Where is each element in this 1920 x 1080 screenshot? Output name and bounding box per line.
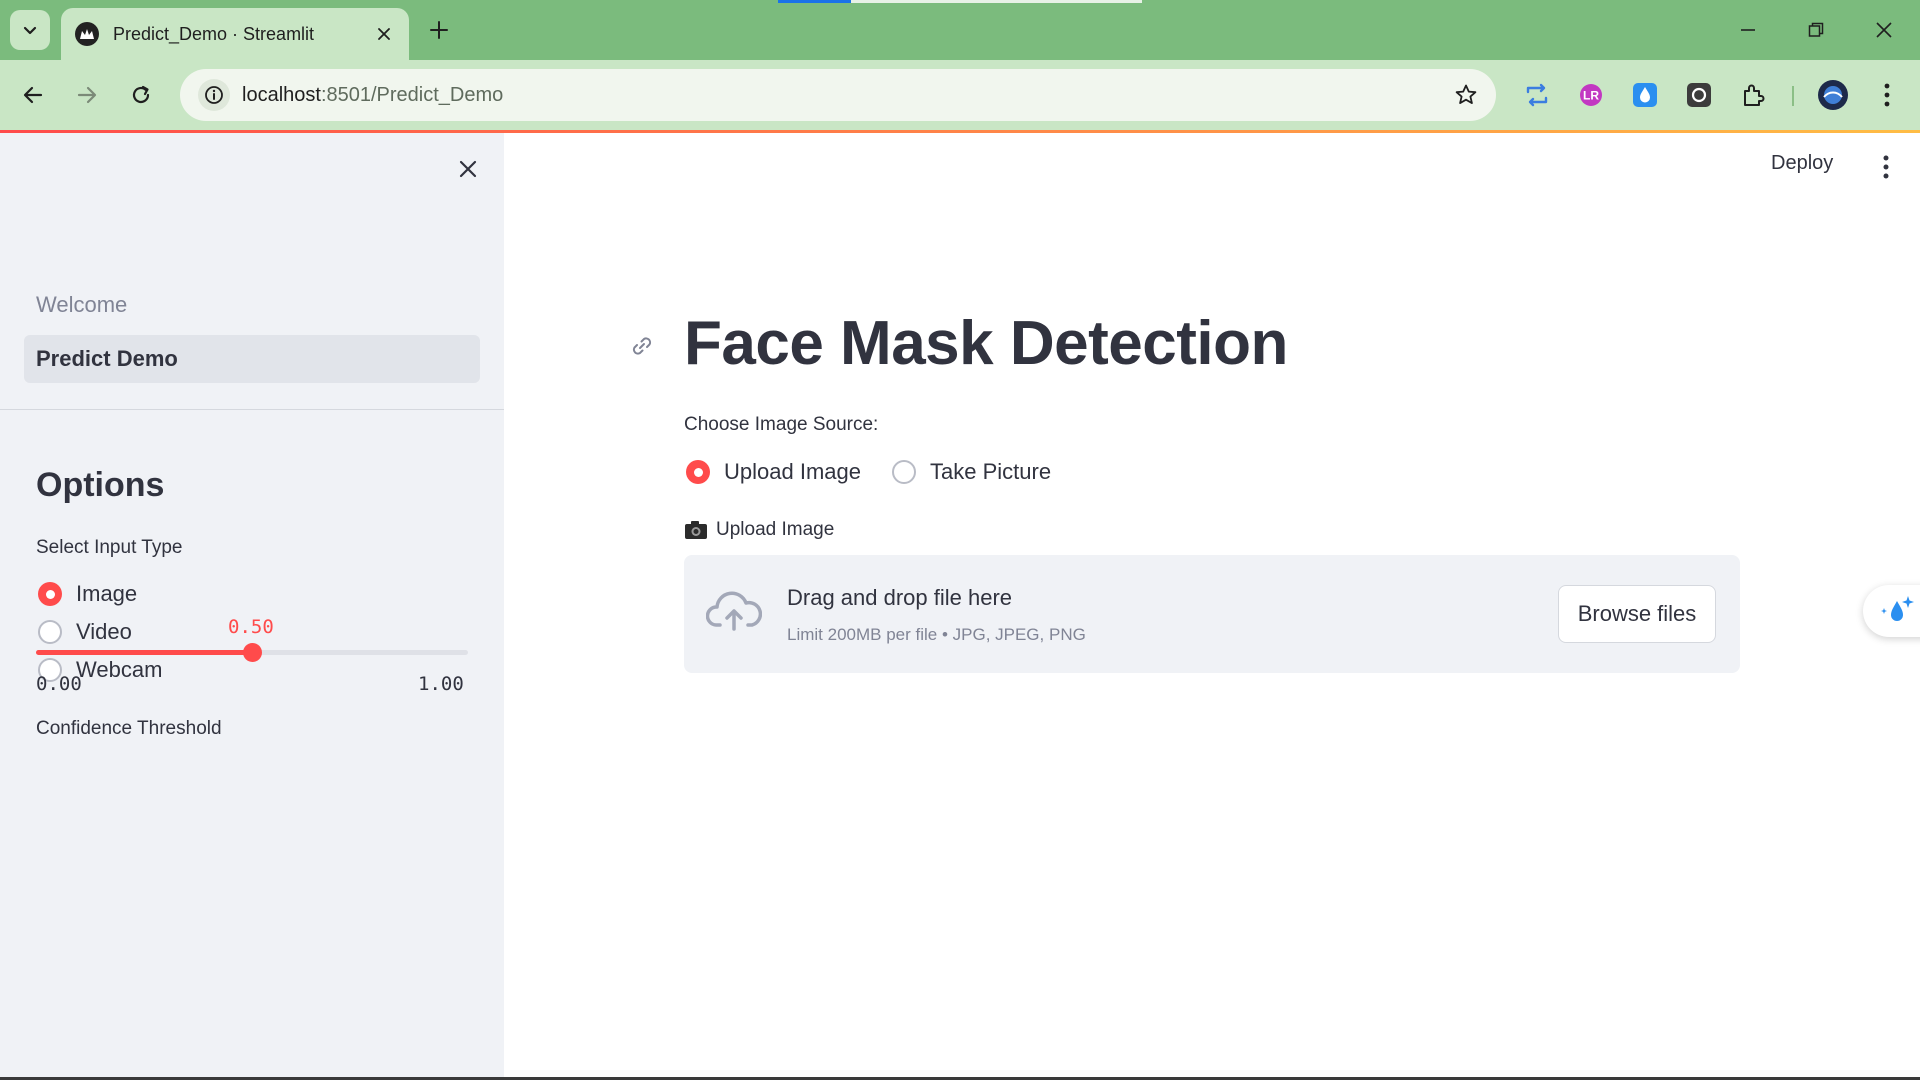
extension-pink-icon[interactable]: LR [1573, 77, 1609, 113]
sidebar-nav-welcome[interactable]: Welcome [24, 281, 480, 329]
page-load-progress [778, 0, 851, 3]
close-icon[interactable] [452, 153, 484, 185]
site-info-icon[interactable] [198, 79, 230, 111]
browse-files-button[interactable]: Browse files [1558, 585, 1716, 643]
main-header [504, 133, 1920, 193]
forward-icon[interactable] [67, 75, 107, 115]
radio-label: Webcam [76, 657, 163, 682]
slider-max: 1.00 [418, 673, 464, 695]
link-icon[interactable] [626, 330, 658, 362]
sidebar-nav-predict-demo[interactable]: Predict Demo [24, 335, 480, 383]
browser-tabstrip: Predict_Demo · Streamlit [0, 0, 1920, 60]
radio-label: Video [76, 619, 132, 644]
slider-value: 0.50 [228, 616, 274, 638]
radio-option-video[interactable]: Video [38, 619, 132, 645]
radio-label: Upload Image [724, 459, 861, 484]
slider-thumb[interactable] [242, 643, 262, 662]
floating-assistant-button[interactable] [1863, 585, 1920, 637]
browser-toolbar: localhost:8501/Predict_Demo LR [0, 60, 1920, 130]
radio-selected-icon[interactable] [686, 460, 710, 484]
close-icon[interactable] [373, 23, 395, 45]
radio-option-image[interactable]: Image [38, 581, 137, 607]
browser-tab-active[interactable]: Predict_Demo · Streamlit [61, 8, 409, 60]
sparkle-drop-icon [1881, 596, 1914, 621]
radio-option-take-picture[interactable]: Take Picture [892, 459, 1051, 485]
image-source-label: Choose Image Source: [684, 414, 879, 435]
extensions-icon[interactable] [1735, 77, 1771, 113]
slider-fill [36, 650, 252, 655]
sidebar: Welcome Predict Demo Options Select Inpu… [0, 133, 504, 1080]
radio-unselected-icon[interactable] [38, 620, 62, 644]
address-bar[interactable]: localhost:8501/Predict_Demo [180, 69, 1496, 121]
profile-avatar[interactable] [1815, 77, 1851, 113]
url-path: :8501/Predict_Demo [320, 83, 504, 106]
deploy-button[interactable]: Deploy [1771, 152, 1833, 175]
sidebar-divider [0, 409, 504, 410]
upload-image-text: Upload Image [716, 519, 835, 540]
input-type-label: Select Input Type [36, 537, 183, 558]
radio-selected-icon[interactable] [38, 582, 62, 606]
radio-label: Take Picture [930, 459, 1052, 484]
radio-unselected-icon[interactable] [892, 460, 916, 484]
close-window-icon[interactable] [1864, 10, 1904, 50]
page-title: Face Mask Detection [684, 309, 1288, 378]
minimize-icon[interactable] [1728, 10, 1768, 50]
upload-image-label: Upload Image [684, 519, 834, 541]
plus-icon[interactable] [423, 14, 455, 46]
back-icon[interactable] [13, 75, 53, 115]
restore-icon[interactable] [1796, 10, 1836, 50]
radio-option-upload-image[interactable]: Upload Image [686, 459, 861, 485]
options-heading: Options [36, 466, 165, 504]
extension-drop-icon[interactable] [1627, 77, 1663, 113]
star-icon[interactable] [1452, 81, 1480, 109]
tab-search-icon[interactable] [10, 10, 50, 50]
main-menu-icon[interactable] [1872, 151, 1900, 183]
streamlit-logo-icon [75, 22, 99, 46]
svg-text:LR: LR [1583, 89, 1599, 103]
more-icon[interactable] [1869, 77, 1905, 113]
url-host: localhost [242, 83, 321, 106]
extension-repeat-icon[interactable] [1519, 77, 1555, 113]
radio-label: Image [76, 581, 138, 606]
confidence-label: Confidence Threshold [36, 718, 222, 739]
extension-camera-icon[interactable] [1681, 77, 1717, 113]
camera-icon [685, 521, 707, 539]
slider-min: 0.00 [36, 673, 82, 695]
dropzone-instructions: Drag and drop file here [787, 585, 1013, 610]
tab-title: Predict_Demo · Streamlit [113, 23, 315, 44]
dropzone-limits: Limit 200MB per file • JPG, JPEG, PNG [787, 625, 1086, 644]
file-dropzone[interactable]: Drag and drop file here Limit 200MB per … [684, 555, 1740, 673]
reload-icon[interactable] [121, 75, 161, 115]
toolbar-separator [1792, 86, 1794, 106]
cloud-upload-icon [706, 591, 762, 631]
